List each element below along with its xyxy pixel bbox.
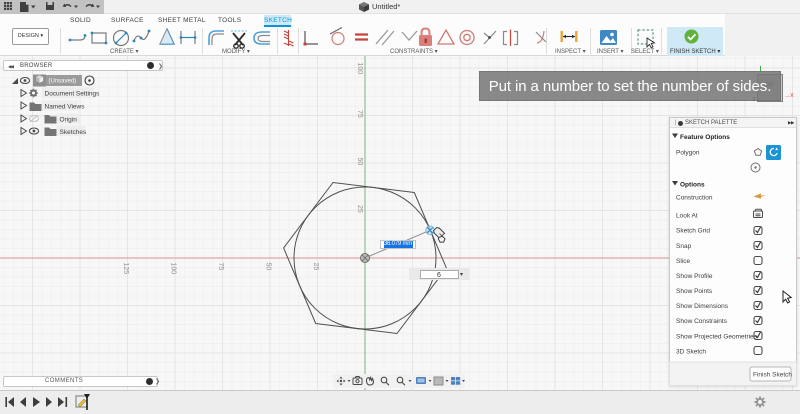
svg-text:(Unsaved): (Unsaved) [49,79,77,85]
svg-text:Slice: Slice [676,258,690,265]
svg-text:25: 25 [356,205,363,213]
svg-text:Show Dimensions: Show Dimensions [676,303,729,310]
svg-text:50: 50 [265,263,272,271]
svg-text:100: 100 [170,263,177,275]
svg-text:Show Constraints: Show Constraints [676,318,728,325]
svg-text:Show Profile: Show Profile [676,273,713,280]
svg-text:Look At: Look At [676,213,698,220]
svg-text:Polygon: Polygon [676,150,700,157]
svg-text:3D Sketch: 3D Sketch [676,349,706,356]
svg-text:50: 50 [356,158,363,166]
svg-text:100: 100 [356,63,363,75]
svg-text:Construction: Construction [676,195,713,202]
svg-text:Finish Sketch: Finish Sketch [753,372,792,379]
svg-text:Origin: Origin [60,117,78,124]
svg-text:Options: Options [680,182,705,189]
svg-text:Sketches: Sketches [60,129,87,136]
svg-text:Feature Options: Feature Options [680,134,730,141]
svg-text:Named Views: Named Views [45,104,86,111]
svg-text:25: 25 [312,263,319,271]
svg-text:125: 125 [122,263,129,275]
svg-text:75: 75 [356,110,363,118]
svg-text:Show Points: Show Points [676,288,713,295]
svg-text:Document Settings: Document Settings [45,91,101,98]
svg-text:75: 75 [217,263,224,271]
svg-text:Show Projected Geometries: Show Projected Geometries [676,334,758,341]
svg-text:Snap: Snap [676,243,692,250]
svg-text:Sketch Grid: Sketch Grid [676,228,710,235]
